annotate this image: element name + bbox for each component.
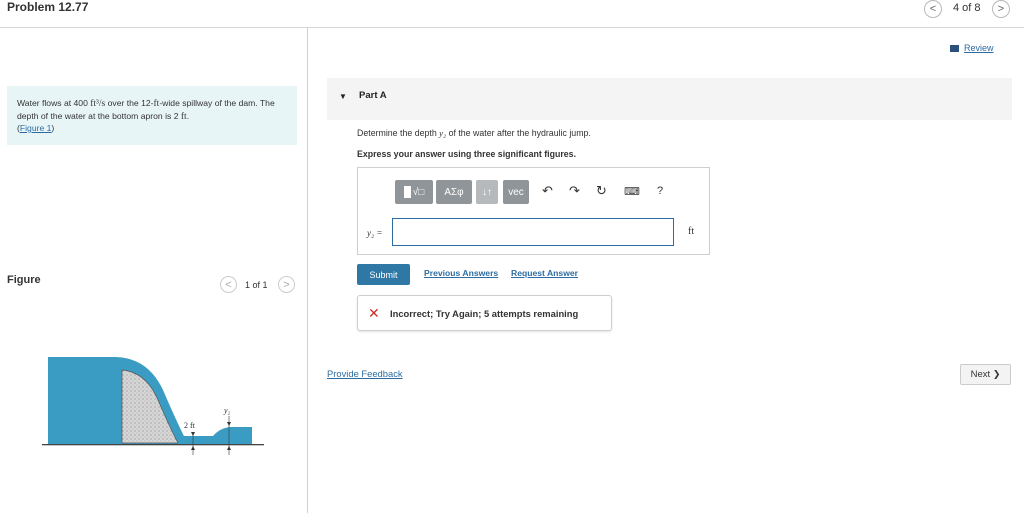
- greek-label: ΑΣφ: [444, 186, 464, 198]
- next-label: Next: [970, 369, 991, 380]
- chevron-right-icon: >: [997, 3, 1005, 15]
- answer-instructions: Express your answer using three signific…: [357, 149, 577, 159]
- chevron-left-icon: <: [929, 3, 937, 15]
- flow-units: ft³/s: [90, 99, 106, 109]
- review-icon: [950, 45, 959, 53]
- top-bar: Problem 12.77 < 4 of 8 >: [0, 0, 1024, 28]
- review-label: Review: [964, 43, 994, 53]
- feedback-text: Incorrect; Try Again; 5 attempts remaini…: [390, 308, 579, 319]
- problem-title: Problem 12.77: [7, 0, 89, 14]
- question-text-part: of the water after the hydraulic jump.: [446, 128, 591, 138]
- question-text-part: Determine the depth: [357, 128, 440, 138]
- chevron-right-icon: ❯: [992, 369, 1001, 379]
- statement-text: over the 12-: [105, 98, 154, 108]
- previous-answers-link[interactable]: Previous Answers: [424, 268, 498, 278]
- dimension-y2-label: y₂: [223, 406, 231, 415]
- collapse-triangle-icon: ▼: [339, 92, 347, 101]
- vector-button[interactable]: vec: [503, 180, 529, 204]
- spillway-figure: 2 ft y₂: [42, 357, 264, 455]
- next-problem-button[interactable]: >: [992, 0, 1010, 18]
- templates-label: √□: [412, 186, 425, 198]
- arrows-label: ↓↑: [482, 186, 492, 198]
- vec-label: vec: [508, 186, 524, 198]
- statement-text: .: [186, 110, 190, 121]
- answer-input[interactable]: [392, 218, 674, 246]
- help-icon[interactable]: ?: [657, 185, 663, 197]
- review-link[interactable]: Review: [950, 43, 994, 53]
- submit-button[interactable]: Submit: [357, 264, 410, 285]
- problem-counter: 4 of 8: [953, 2, 981, 14]
- previous-problem-button[interactable]: <: [924, 0, 942, 18]
- figure-counter: 1 of 1: [245, 280, 268, 290]
- templates-button[interactable]: √□: [395, 180, 433, 204]
- greek-symbols-button[interactable]: ΑΣφ: [436, 180, 472, 204]
- sort-arrows-button[interactable]: ↓↑: [476, 180, 498, 204]
- chevron-left-icon: <: [225, 278, 232, 291]
- keyboard-icon[interactable]: ⌨: [624, 185, 640, 198]
- reset-icon[interactable]: ↻: [596, 183, 607, 199]
- answer-variable-label: y₂ =: [367, 228, 383, 238]
- figure-next-button[interactable]: >: [278, 276, 295, 293]
- redo-icon[interactable]: ↷: [569, 183, 580, 199]
- feedback-message: ✕ Incorrect; Try Again; 5 attempts remai…: [357, 295, 612, 331]
- statement-text: Water flows at 400: [17, 98, 91, 108]
- dimension-depth-label: 2 ft: [184, 421, 196, 430]
- figure-prev-button[interactable]: <: [220, 276, 237, 293]
- question-text: Determine the depth y₂ of the water afte…: [357, 128, 591, 138]
- undo-icon[interactable]: ↶: [542, 183, 553, 199]
- ground-line: [42, 444, 264, 446]
- part-a-header[interactable]: ▼ Part A: [327, 78, 1012, 120]
- chevron-right-icon: >: [283, 278, 290, 291]
- answer-unit: ft: [688, 226, 695, 237]
- provide-feedback-link[interactable]: Provide Feedback: [327, 368, 403, 379]
- figure-heading: Figure: [7, 274, 41, 286]
- answer-panel: √□ ΑΣφ ↓↑ vec ↶ ↷ ↻ ⌨ ? y₂ = ft: [357, 167, 710, 255]
- error-icon: ✕: [368, 305, 380, 321]
- problem-statement: Water flows at 400 ft³/s over the 12-ft-…: [7, 86, 297, 145]
- next-button[interactable]: Next ❯: [960, 364, 1011, 385]
- paren: ): [51, 123, 55, 133]
- part-label: Part A: [359, 90, 387, 101]
- request-answer-link[interactable]: Request Answer: [511, 268, 578, 278]
- math-toolbar: √□ ΑΣφ ↓↑ vec ↶ ↷ ↻ ⌨ ?: [395, 180, 685, 206]
- pane-divider: [307, 28, 308, 513]
- figure-link[interactable]: Figure 1: [20, 123, 52, 133]
